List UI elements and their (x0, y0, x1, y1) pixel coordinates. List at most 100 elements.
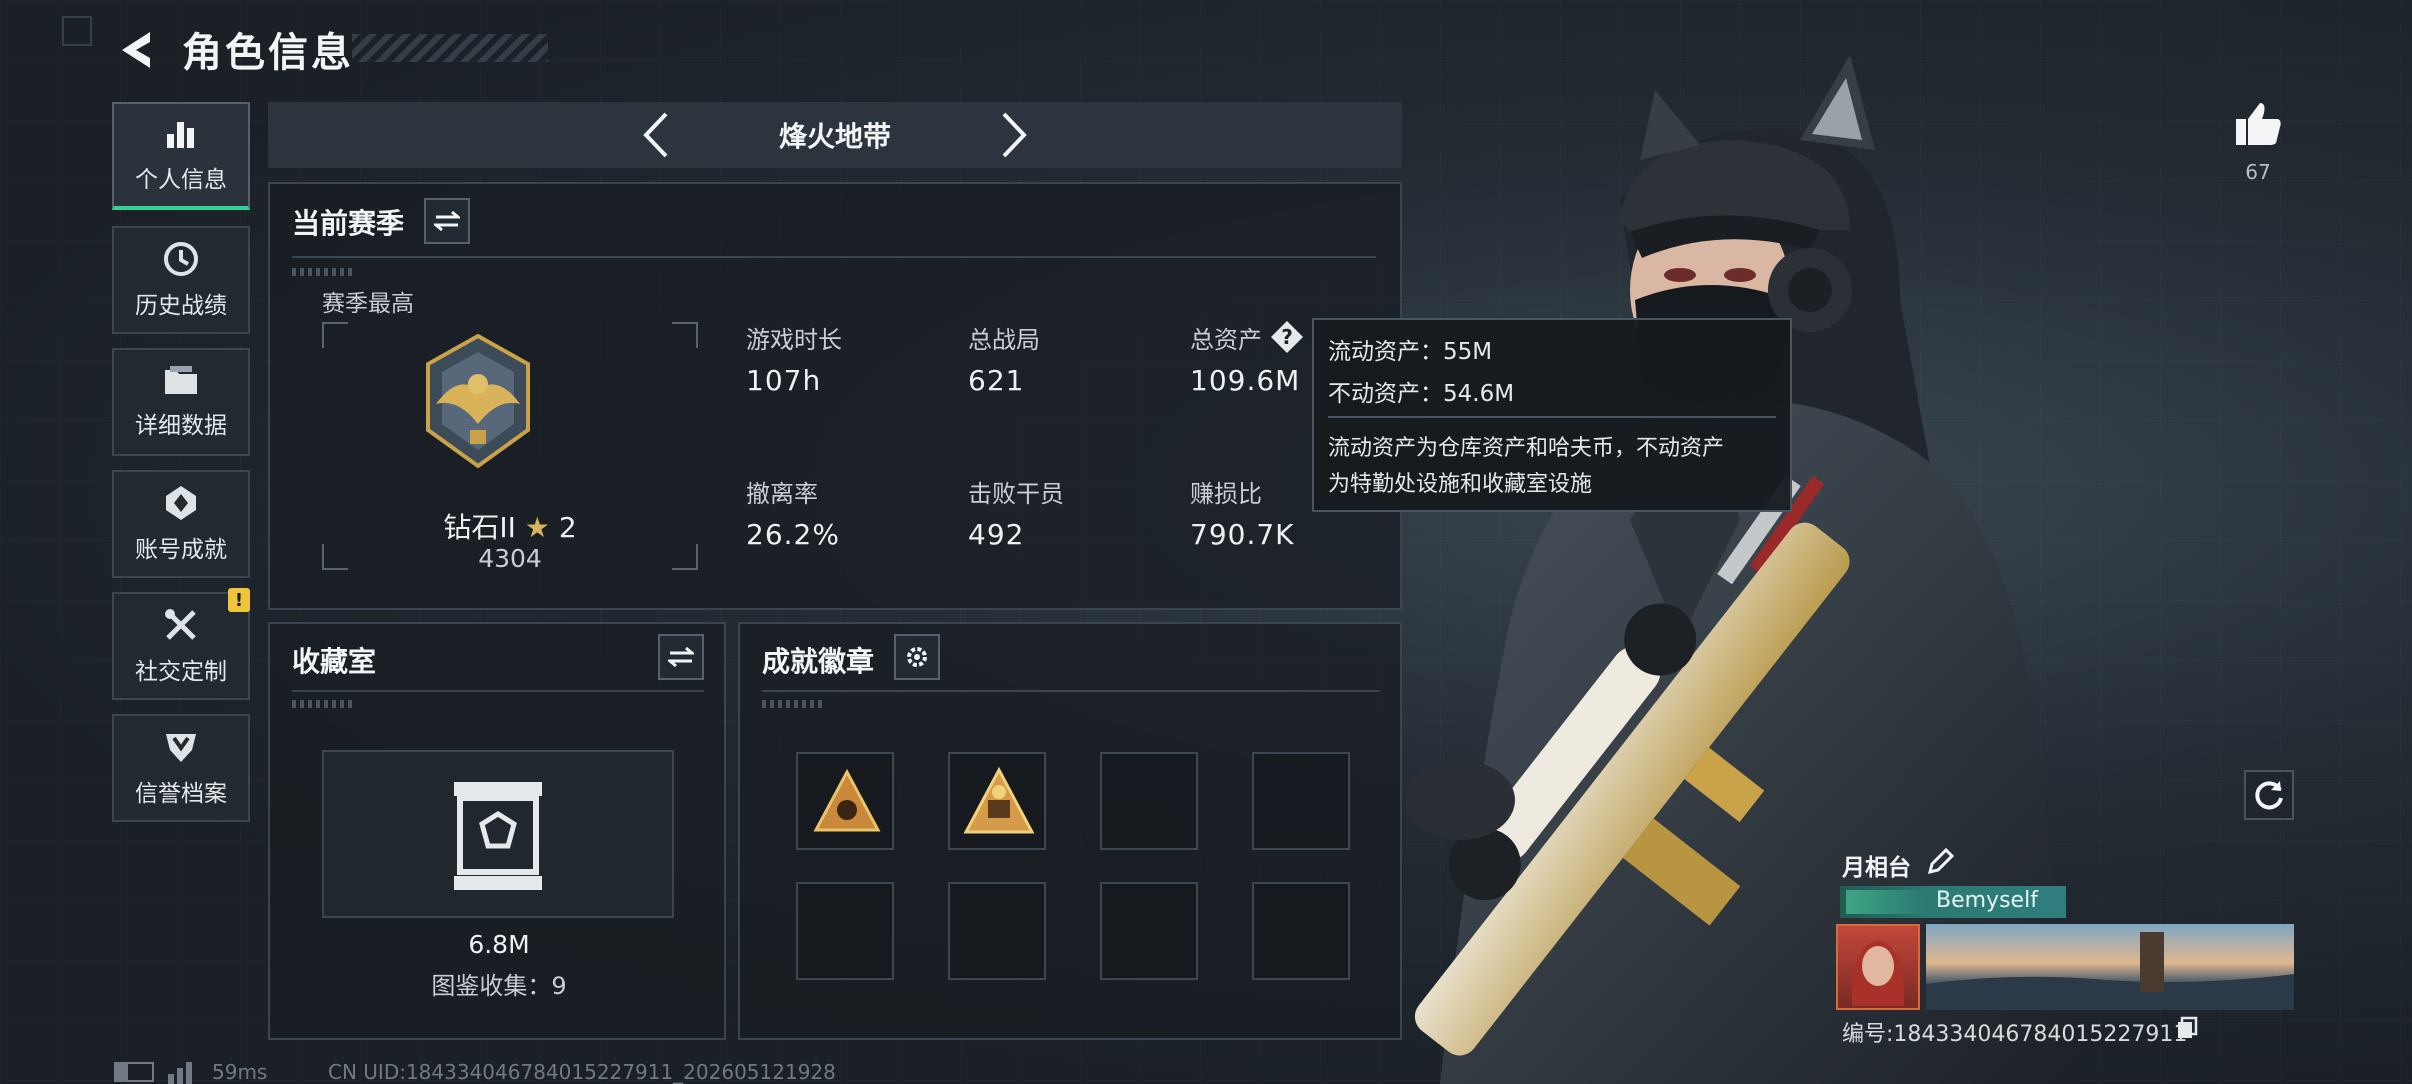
section-divider (762, 690, 1380, 692)
signal-icon (168, 1062, 192, 1084)
avatar[interactable] (1836, 924, 1920, 1010)
character-portrait (1380, 0, 2140, 1084)
collection-room-icon (454, 782, 542, 890)
badges-settings-button[interactable] (894, 634, 940, 680)
help-icon: ? (1271, 321, 1303, 353)
frame-corner (672, 544, 698, 570)
tooltip-fixed-assets: 不动资产：54.6M (1328, 381, 1515, 407)
sidebar-item-label: 历史战绩 (135, 293, 227, 319)
stat-label-extraction: 撤离率 (746, 480, 818, 508)
notification-badge: ! (228, 588, 250, 612)
shield-emblem-icon (166, 734, 196, 762)
sidebar-item-history[interactable]: 历史战绩 (112, 226, 250, 334)
prev-mode-button[interactable] (628, 108, 682, 162)
avatar-portrait-icon (1851, 940, 1905, 1006)
stat-label-profit-ratio: 赚损比 (1190, 480, 1262, 508)
title-decoration (352, 34, 548, 62)
stat-value-playtime: 107h (746, 364, 822, 397)
next-mode-button[interactable] (988, 108, 1042, 162)
thumbs-up-icon (2236, 103, 2281, 145)
star-icon: ★ (524, 511, 550, 544)
stat-label-playtime: 游戏时长 (746, 326, 842, 354)
copy-icon (2178, 1016, 2198, 1038)
copy-id-button[interactable] (2176, 1016, 2198, 1040)
tools-icon (165, 609, 196, 640)
bar-chart-icon (167, 122, 194, 148)
badge-slot-empty[interactable] (1100, 752, 1198, 850)
decor-dots (762, 700, 822, 708)
collection-switch-button[interactable] (658, 634, 704, 680)
frame-corner (322, 544, 348, 570)
banner-scene-icon (1926, 932, 2294, 1010)
stat-label-assets: 总资产 (1190, 326, 1262, 354)
profile-name: 月相台 (1842, 855, 1911, 881)
achievement-icon (166, 486, 196, 520)
mode-name: 烽火地带 (778, 120, 891, 153)
svg-text:?: ? (1281, 325, 1293, 349)
nickname-banner-art (1846, 890, 1926, 914)
frame-corner (322, 322, 348, 348)
frame-corner (672, 322, 698, 348)
sidebar-item-label: 个人信息 (135, 167, 227, 193)
tooltip-desc-line2: 为特勤处设施和收藏室设施 (1328, 472, 1593, 497)
tooltip-liquid-assets: 流动资产：55M (1328, 339, 1493, 365)
like-count: 67 (2245, 160, 2271, 184)
decor-dots (292, 268, 352, 276)
badge-slot-empty[interactable] (1252, 882, 1350, 980)
season-best-label: 赛季最高 (322, 291, 414, 317)
assets-tooltip: 流动资产：55M 不动资产：54.6M 流动资产为仓库资产和哈夫币，不动资产 为… (1312, 318, 1792, 512)
season-title: 当前赛季 (292, 207, 405, 240)
sidebar-item-label: 详细数据 (135, 413, 227, 439)
edit-name-button[interactable] (1926, 847, 1955, 876)
rank-stars: 2 (558, 511, 577, 544)
rank-name: 钻石II ★ 2 (430, 506, 590, 546)
uid-text: CN UID:1843340467840152279​11_2026051219… (328, 1060, 836, 1084)
page-title: 角色信息 (182, 30, 354, 76)
folder-icon (165, 366, 197, 394)
sidebar-item-detailed-data[interactable]: 详细数据 (112, 348, 250, 456)
sidebar-item-personal-info[interactable]: 个人信息 (112, 102, 250, 210)
sidebar-item-label: 信誉档案 (135, 781, 227, 807)
collection-value: 6.8M (468, 930, 530, 959)
corner-marker (62, 16, 92, 46)
history-clock-icon (164, 242, 198, 276)
badge-slot-empty[interactable] (796, 882, 894, 980)
battery-icon (114, 1062, 154, 1082)
sidebar-item-reputation[interactable]: 信誉档案 (112, 714, 250, 822)
assets-help-button[interactable]: ? (1270, 320, 1304, 354)
back-arrow-icon (122, 32, 150, 68)
ping-text: 59ms (212, 1060, 268, 1084)
season-switch-button[interactable] (424, 198, 470, 244)
badge-slot-empty[interactable] (1100, 882, 1198, 980)
tooltip-desc-line1: 流动资产为仓库资产和哈夫币，不动资产 (1328, 436, 1725, 461)
badge-pyramid-icon (963, 766, 1035, 834)
profile-banner-image[interactable] (1926, 924, 2294, 1010)
pencil-icon (1927, 847, 1955, 875)
stat-value-matches: 621 (968, 364, 1025, 397)
tooltip-divider (1328, 416, 1776, 418)
sidebar-item-label: 社交定制 (135, 659, 227, 685)
rotate-view-button[interactable] (2244, 770, 2294, 820)
back-button[interactable] (112, 26, 160, 74)
stat-label-matches: 总战局 (968, 326, 1040, 354)
decor-dots (292, 700, 352, 708)
refresh-icon (2255, 781, 2283, 810)
badges-title: 成就徽章 (762, 645, 875, 678)
stat-value-profit-ratio: 790.7K (1190, 518, 1295, 551)
sidebar-item-achievements[interactable]: 账号成就 (112, 470, 250, 578)
badge-slot[interactable] (948, 752, 1046, 850)
badge-slot-empty[interactable] (948, 882, 1046, 980)
section-divider (292, 690, 704, 692)
rank-title: 钻石II (443, 511, 516, 544)
rank-emblem-icon (426, 334, 530, 468)
season-panel: 当前赛季 赛季最高 钻石II ★ 2 4304 游戏时长 107h 总战局 62… (268, 182, 1402, 610)
stat-label-kills: 击败干员 (968, 480, 1064, 508)
section-divider (292, 256, 1376, 258)
badge-slot[interactable] (796, 752, 894, 850)
collection-title: 收藏室 (292, 645, 377, 678)
profile-nickname: Bemyself (1936, 888, 2038, 913)
badge-slot-empty[interactable] (1252, 752, 1350, 850)
chevron-right-icon (1002, 112, 1027, 158)
like-button[interactable] (2228, 96, 2288, 152)
badge-triangle-icon (813, 768, 881, 832)
